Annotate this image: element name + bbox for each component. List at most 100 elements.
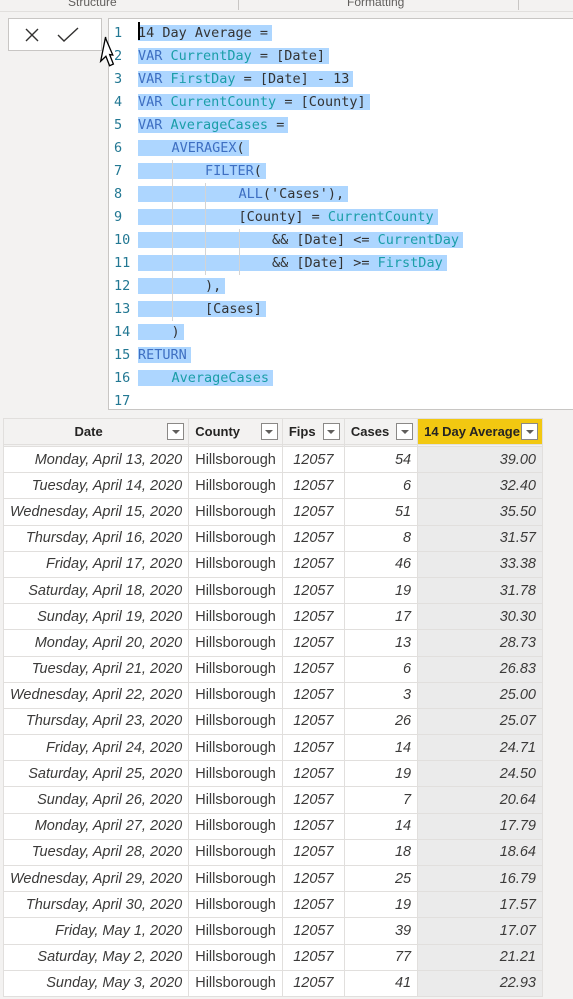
code-line[interactable]: 5 VAR AverageCases =: [109, 114, 573, 137]
indent-guide: [171, 160, 173, 183]
code-line[interactable]: 6 AVERAGEX(: [109, 137, 573, 160]
code-token: 14 Day Average =: [138, 25, 269, 41]
code-text: RETURN: [138, 344, 191, 367]
cell-fips: 12057: [281, 681, 345, 709]
table-row[interactable]: Tuesday, April 28, 2020 Hillsborough 12057…: [2, 838, 543, 867]
table-row[interactable]: Wednesday, April 15, 2020 Hillsborough 120…: [2, 498, 543, 526]
code-line[interactable]: 2 VAR CurrentDay = [Date]: [109, 45, 573, 68]
table-row[interactable]: Saturday, May 2, 2020 Hillsborough 12057 77…: [2, 943, 543, 971]
code-line[interactable]: 15 RETURN: [109, 344, 573, 367]
line-number: 2: [114, 48, 123, 64]
cell-fips: 12057: [281, 550, 345, 578]
cell-fips: 12057: [281, 472, 345, 500]
column-header-fips[interactable]: Fips: [281, 418, 345, 445]
code-keyword: VAR: [138, 71, 171, 87]
code-variable: FirstDay: [377, 255, 443, 271]
code-line[interactable]: 1 14 Day Average =: [109, 22, 573, 45]
code-line[interactable]: 13 [Cases]: [109, 298, 573, 321]
code-keyword: VAR: [138, 117, 171, 133]
table-row[interactable]: Monday, April 27, 2020 Hillsborough 12057 1…: [2, 812, 543, 840]
cell-date: Sunday, April 26, 2020: [2, 786, 190, 814]
column-header-county[interactable]: County: [188, 418, 283, 445]
code-token: (: [236, 140, 245, 156]
column-header-content: 14 Day Average: [424, 423, 538, 440]
table-row[interactable]: Thursday, April 16, 2020 Hillsborough 1205…: [2, 524, 543, 552]
table-row[interactable]: Sunday, May 3, 2020 Hillsborough 12057 41 22…: [2, 969, 543, 997]
cell-avg: 16.79: [417, 864, 543, 893]
code-line[interactable]: 14): [109, 321, 573, 344]
cell-date: Saturday, May 2, 2020: [2, 943, 190, 971]
code-variable: CurrentCounty: [327, 209, 434, 225]
table-row[interactable]: Wednesday, April 22, 2020 Hillsborough 120…: [2, 681, 543, 709]
commit-button[interactable]: [57, 24, 79, 46]
table-row[interactable]: Saturday, April 18, 2020 Hillsborough 1205…: [2, 576, 543, 605]
line-number: 8: [114, 186, 123, 202]
code-line[interactable]: 12),: [109, 275, 573, 298]
line-number: 11: [114, 255, 131, 271]
cancel-button[interactable]: [21, 24, 43, 46]
filter-dropdown-button[interactable]: [167, 423, 185, 440]
close-icon: [25, 28, 39, 42]
code-text: VAR CurrentDay = [Date]: [138, 45, 329, 68]
data-table: Date County Fips Cases 14 Day Average Monday…: [2, 418, 543, 997]
cell-county: Hillsborough: [188, 681, 283, 709]
table-row[interactable]: Monday, April 20, 2020 Hillsborough 12057 1…: [2, 629, 543, 657]
code-token: ('Cases'),: [262, 186, 345, 202]
table-row[interactable]: Sunday, April 19, 2020 Hillsborough 12057 1…: [2, 603, 543, 631]
selection-highlight: ),: [138, 278, 226, 294]
cell-date: Sunday, April 19, 2020: [2, 603, 190, 631]
selection-highlight: AverageCases: [138, 370, 274, 386]
table-row[interactable]: Friday, April 17, 2020 Hillsborough 12057 4…: [2, 550, 543, 578]
table-row[interactable]: Tuesday, April 14, 2020 Hillsborough 12057…: [2, 472, 543, 500]
code-line[interactable]: 3 VAR FirstDay = [Date] - 13: [109, 68, 573, 91]
column-header-date[interactable]: Date: [2, 418, 190, 445]
table-row[interactable]: Thursday, April 23, 2020 Hillsborough 1205…: [2, 707, 543, 736]
table-row[interactable]: Sunday, April 26, 2020 Hillsborough 12057 7…: [2, 786, 543, 814]
code-line[interactable]: 17: [109, 390, 573, 413]
selection-highlight: 14 Day Average =: [138, 25, 273, 41]
code-token: = [Date]: [251, 48, 325, 64]
column-header-cases[interactable]: Cases: [343, 418, 419, 445]
code-line[interactable]: 9 [County] = CurrentCounty: [109, 206, 573, 229]
code-token: [Cases]: [205, 301, 262, 317]
column-header-content: County: [195, 423, 278, 440]
filter-dropdown-button[interactable]: [521, 423, 538, 440]
filter-dropdown-button[interactable]: [260, 423, 278, 440]
cell-fips: 12057: [281, 838, 345, 867]
table-row[interactable]: Friday, May 1, 2020 Hillsborough 12057 39 17…: [2, 917, 543, 945]
code-keyword: VAR: [138, 48, 171, 64]
code-text: 14 Day Average =: [138, 22, 273, 45]
cell-county: Hillsborough: [188, 655, 283, 683]
code-line[interactable]: 11 && [Date] >= FirstDay: [109, 252, 573, 275]
dax-formula-editor[interactable]: 1 14 Day Average = 2 VAR CurrentDay = [Date…: [108, 18, 573, 410]
code-line[interactable]: 16 AverageCases: [109, 367, 573, 390]
code-line[interactable]: 8 ALL('Cases'),: [109, 183, 573, 206]
filter-dropdown-button[interactable]: [396, 423, 414, 440]
table-row[interactable]: Wednesday, April 29, 2020 Hillsborough 120…: [2, 864, 543, 893]
table-row[interactable]: Monday, April 13, 2020 Hillsborough 12057 5…: [2, 445, 543, 474]
selection-highlight: FILTER(: [138, 163, 266, 179]
cell-avg: 35.50: [417, 498, 543, 526]
ribbon-divider: [238, 0, 239, 10]
code-line[interactable]: 10 && [Date] <= CurrentDay: [109, 229, 573, 252]
cell-county: Hillsborough: [188, 760, 283, 788]
cell-cases: 19: [343, 891, 419, 919]
cell-county: Hillsborough: [188, 864, 283, 893]
code-line[interactable]: 7 FILTER(: [109, 160, 573, 183]
cell-date: Thursday, April 16, 2020: [2, 524, 190, 552]
table-row[interactable]: Tuesday, April 21, 2020 Hillsborough 12057…: [2, 655, 543, 683]
column-header-avg[interactable]: 14 Day Average: [417, 418, 543, 445]
cell-avg: 32.40: [417, 472, 543, 500]
chevron-down-icon: [400, 429, 409, 434]
table-row[interactable]: Thursday, April 30, 2020 Hillsborough 1205…: [2, 891, 543, 919]
line-number: 4: [114, 94, 123, 110]
cell-cases: 54: [343, 445, 419, 474]
code-line[interactable]: 4 VAR CurrentCounty = [County]: [109, 91, 573, 114]
cell-date: Saturday, April 18, 2020: [2, 576, 190, 605]
cell-county: Hillsborough: [188, 629, 283, 657]
code-token: && [Date] <=: [272, 232, 378, 248]
column-header-label: County: [195, 424, 241, 439]
filter-dropdown-button[interactable]: [322, 423, 340, 440]
table-row[interactable]: Saturday, April 25, 2020 Hillsborough 1205…: [2, 760, 543, 788]
table-row[interactable]: Friday, April 24, 2020 Hillsborough 12057 1…: [2, 734, 543, 762]
